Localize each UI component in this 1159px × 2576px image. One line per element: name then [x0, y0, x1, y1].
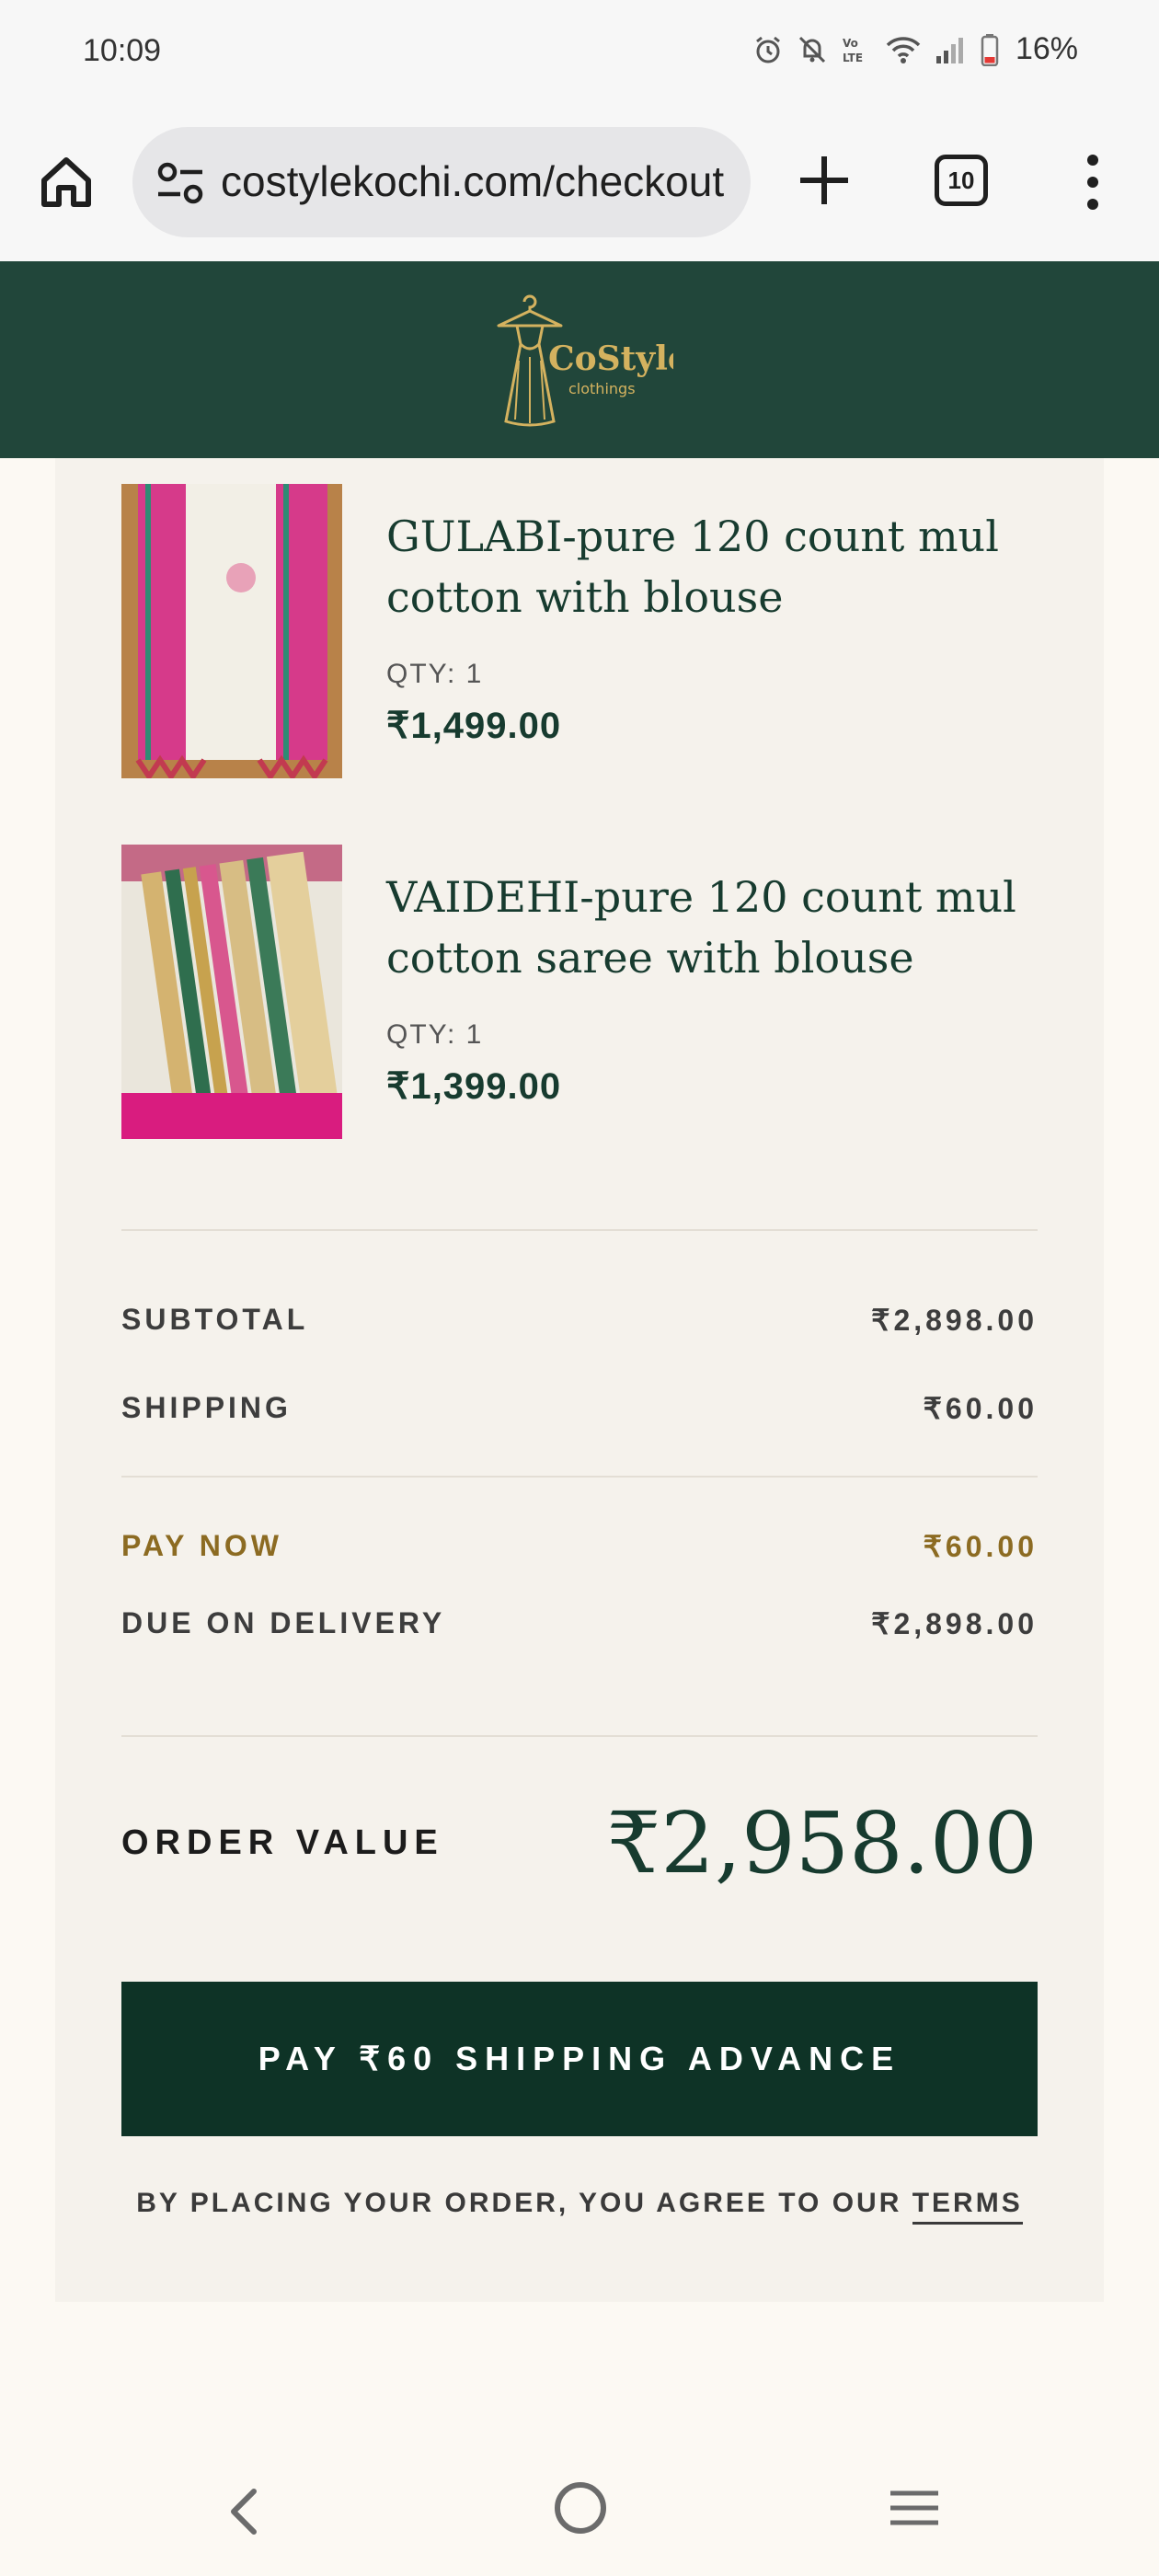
wifi-icon: [886, 36, 921, 63]
due-on-delivery-label: DUE ON DELIVERY: [121, 1606, 446, 1639]
battery-percent: 16%: [1015, 31, 1078, 66]
system-nav-bar: [0, 2475, 1159, 2576]
subtotal-row: SUBTOTAL ₹2,898.00: [121, 1303, 1038, 1349]
pay-now-row: PAY NOW ₹60.00: [121, 1529, 1038, 1575]
pay-now-value: ₹60.00: [923, 1530, 1038, 1563]
order-summary-card: GULABI-pure 120 count mul cotton with bl…: [55, 458, 1104, 2302]
divider: [121, 1229, 1038, 1231]
battery-icon: [981, 33, 999, 66]
tune-icon[interactable]: [156, 162, 204, 204]
back-icon[interactable]: [221, 2484, 267, 2539]
shipping-row: SHIPPING ₹60.00: [121, 1391, 1038, 1437]
site-header: CoStyle clothings: [0, 261, 1159, 458]
due-on-delivery-value: ₹2,898.00: [871, 1607, 1038, 1640]
home-nav-icon[interactable]: [555, 2482, 606, 2534]
cart-item: GULABI-pure 120 count mul cotton with bl…: [121, 484, 1041, 797]
terms-link[interactable]: TERMS: [912, 2188, 1023, 2225]
order-value-label: ORDER VALUE: [121, 1823, 444, 1862]
home-icon[interactable]: [37, 153, 96, 212]
terms-text: BY PLACING YOUR ORDER, YOU AGREE TO OUR: [136, 2188, 912, 2218]
alarm-icon: [756, 36, 780, 63]
browser-toolbar: costylekochi.com/checkout 10: [0, 107, 1159, 261]
costyle-logo[interactable]: CoStyle clothings: [489, 287, 673, 434]
plus-icon[interactable]: [797, 153, 852, 208]
shipping-label: SHIPPING: [121, 1391, 292, 1424]
divider: [121, 1476, 1038, 1478]
item-price: ₹1,399.00: [386, 1066, 562, 1107]
item-qty: QTY: 1: [386, 1019, 484, 1050]
item-price: ₹1,499.00: [386, 706, 562, 746]
product-image-gulabi[interactable]: [121, 484, 342, 778]
url-text: costylekochi.com/checkout: [221, 157, 725, 205]
subtotal-label: SUBTOTAL: [121, 1303, 309, 1336]
status-icons: Vo LTE 16%: [752, 31, 1078, 67]
svg-text:LTE: LTE: [843, 52, 863, 64]
address-bar[interactable]: costylekochi.com/checkout: [132, 127, 751, 237]
status-bar: 10:09 Vo LTE 16%: [0, 0, 1159, 107]
volte-icon: Vo LTE: [843, 37, 863, 64]
divider: [121, 1735, 1038, 1737]
terms-notice: BY PLACING YOUR ORDER, YOU AGREE TO OUR …: [55, 2188, 1104, 2225]
mute-icon: [798, 36, 825, 63]
brand-name: CoStyle: [548, 339, 673, 378]
pay-shipping-advance-button[interactable]: PAY ₹60 SHIPPING ADVANCE: [121, 1982, 1038, 2136]
order-value-amount: ₹2,958.00: [606, 1794, 1038, 1892]
pay-now-label: PAY NOW: [121, 1529, 282, 1562]
recent-apps-icon[interactable]: [889, 2488, 940, 2528]
item-name[interactable]: GULABI-pure 120 count mul cotton with bl…: [386, 506, 1058, 627]
brand-tagline: clothings: [568, 380, 636, 397]
subtotal-value: ₹2,898.00: [871, 1304, 1038, 1337]
item-qty: QTY: 1: [386, 659, 484, 689]
tab-switcher-button[interactable]: 10: [935, 155, 988, 206]
product-image-vaidehi[interactable]: [121, 845, 342, 1139]
svg-text:Vo: Vo: [843, 37, 858, 50]
status-time: 10:09: [83, 33, 162, 68]
more-vert-icon[interactable]: [1076, 153, 1109, 212]
signal-icon: [935, 37, 963, 63]
shipping-value: ₹60.00: [923, 1392, 1038, 1425]
cart-item: VAIDEHI-pure 120 count mul cotton saree …: [121, 845, 1041, 1157]
due-on-delivery-row: DUE ON DELIVERY ₹2,898.00: [121, 1606, 1038, 1652]
item-name[interactable]: VAIDEHI-pure 120 count mul cotton saree …: [386, 867, 1058, 988]
